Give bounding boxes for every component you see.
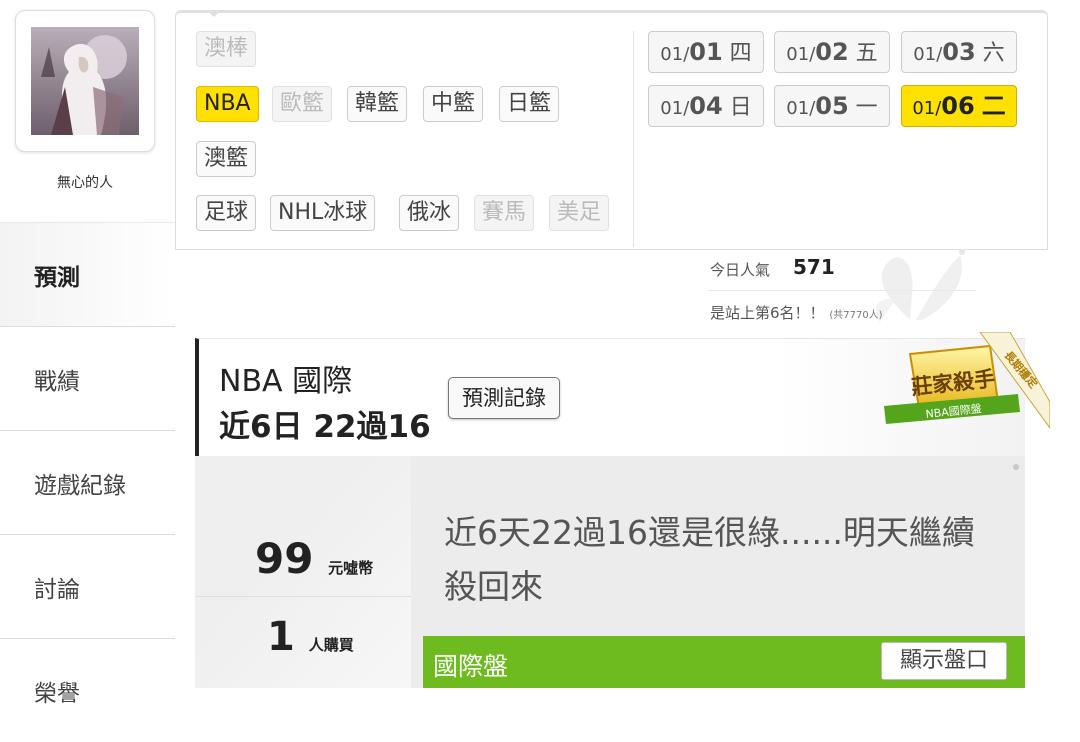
sport-tag-aus-baseball: 澳棒 [196, 31, 257, 67]
panel-divider [633, 31, 634, 247]
price-unit: 元噓幣 [328, 559, 374, 577]
sport-tag-aus-basketball[interactable]: 澳籃 [196, 141, 257, 177]
buyers-unit: 人購買 [308, 636, 354, 654]
sidebar-item-record[interactable]: 戰績 [0, 326, 175, 430]
sport-tag-us-football: 美足 [549, 195, 610, 231]
prediction-record-button[interactable]: 預測記錄 [448, 377, 560, 419]
date-weekday: 四 [729, 41, 752, 66]
price-box: 99 元噓幣 1 人購買 [195, 456, 411, 688]
date-weekday: 一 [855, 95, 878, 120]
avatar[interactable] [31, 27, 139, 135]
bookmaker-killer-badge-icon: 莊家殺手 NBA國際盤 長期穩定 [884, 332, 1050, 429]
date-month: 01/ [913, 44, 943, 65]
handicap-section-bar: 國際盤 顯示盤口 [423, 636, 1025, 688]
rank-label: 是站上第6名！！ [710, 304, 825, 322]
buyers-count: 1 [267, 614, 295, 660]
sidebar-item-label: 討論 [34, 576, 80, 603]
buyers: 1 人購買 [267, 614, 354, 660]
prediction-card-body: 99 元噓幣 1 人購買 近6天22過16還是很綠......明天繼續殺回來 國… [195, 456, 1025, 688]
date-month: 01/ [786, 44, 816, 65]
sidebar-item-prediction[interactable]: 預測 [0, 222, 175, 326]
date-weekday: 二 [981, 92, 1006, 120]
date-month: 01/ [660, 44, 690, 65]
sport-tag-euro-basketball: 歐籃 [272, 86, 333, 122]
date-button-0103[interactable]: 01/03 六 [901, 31, 1017, 73]
date-day: 04 [689, 92, 723, 120]
date-month: 01/ [660, 98, 690, 119]
popularity-divider [708, 290, 976, 291]
date-day: 01 [689, 38, 723, 66]
sidebar-item-discussion[interactable]: 討論 [0, 534, 175, 638]
sidebar-item-label: 遊戲紀錄 [34, 472, 126, 499]
date-button-0105[interactable]: 01/05 一 [774, 85, 890, 127]
pin-icon [1013, 464, 1019, 470]
sport-tag-ru-hockey[interactable]: 俄冰 [399, 195, 460, 231]
date-button-0104[interactable]: 01/04 日 [648, 85, 764, 127]
sidebar-item-game-log[interactable]: 遊戲紀錄 [0, 430, 175, 534]
sport-tag-nba[interactable]: NBA [196, 86, 259, 122]
popularity-value: 571 [793, 255, 835, 279]
sidebar-item-label: 榮譽 [34, 680, 80, 707]
date-month: 01/ [912, 98, 942, 119]
date-button-0102[interactable]: 01/02 五 [774, 31, 890, 73]
sport-tag-jp-basketball[interactable]: 日籃 [499, 86, 560, 122]
price-divider [195, 596, 411, 597]
sidebar-item-label: 預測 [34, 264, 80, 291]
sidebar-item-honor[interactable]: 榮譽 [0, 638, 175, 742]
sport-tag-kr-basketball[interactable]: 韓籃 [347, 86, 408, 122]
sport-tag-soccer[interactable]: 足球 [196, 195, 257, 231]
date-weekday: 六 [982, 41, 1005, 66]
price: 99 元噓幣 [255, 534, 373, 583]
date-day: 05 [815, 92, 849, 120]
avatar-frame [15, 10, 155, 152]
date-weekday: 五 [855, 41, 878, 66]
prediction-comment: 近6天22過16還是很綠......明天繼續殺回來 [444, 513, 975, 606]
price-value: 99 [255, 534, 314, 583]
show-odds-button[interactable]: 顯示盤口 [881, 642, 1007, 680]
sidebar-item-label: 戰績 [34, 368, 80, 395]
date-day: 02 [815, 38, 849, 66]
sport-tag-nhl-hockey[interactable]: NHL冰球 [270, 195, 376, 231]
date-button-0106[interactable]: 01/06 二 [901, 85, 1017, 127]
rank-text: 是站上第6名！！ (共7770人) [710, 302, 883, 323]
league-title: NBA 國際 [219, 364, 353, 399]
popularity-label: 今日人氣 [710, 261, 771, 279]
date-day: 06 [941, 92, 975, 120]
username: 無心的人 [57, 175, 113, 191]
filter-panel: 澳棒 NBA 歐籃 韓籃 中籃 日籃 澳籃 足球 NHL冰球 俄冰 賽馬 美足 … [175, 10, 1048, 250]
date-month: 01/ [786, 98, 816, 119]
date-day: 03 [942, 38, 976, 66]
sport-tag-horse-racing: 賽馬 [474, 195, 535, 231]
sidebar: 無心的人 預測 戰績 遊戲紀錄 討論 榮譽 [0, 0, 175, 742]
date-weekday: 日 [729, 95, 752, 120]
date-button-0101[interactable]: 01/01 四 [648, 31, 764, 73]
rank-total: (共7770人) [829, 310, 883, 321]
sport-tag-cn-basketball[interactable]: 中籃 [423, 86, 484, 122]
record-summary: 近6日 22過16 [219, 409, 431, 445]
panel-notch [206, 10, 222, 17]
handicap-section-title: 國際盤 [433, 652, 509, 681]
